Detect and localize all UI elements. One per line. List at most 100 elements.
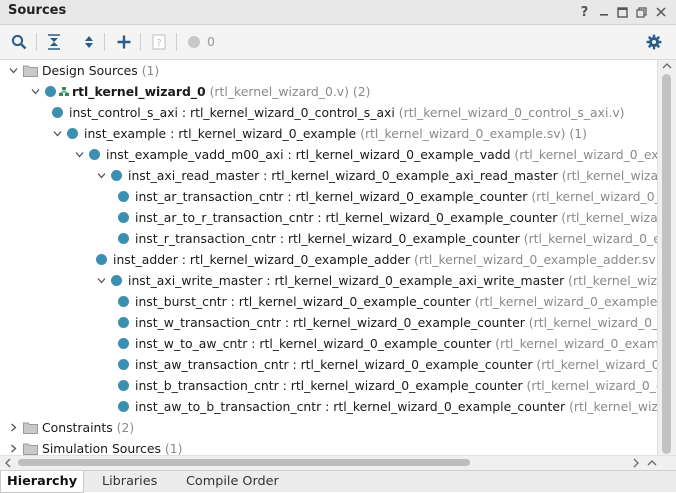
tree-row[interactable]: Constraints (2)	[0, 417, 657, 438]
tree-row-text: inst_adder : rtl_kernel_wizard_0_example…	[113, 249, 657, 270]
module-icon	[111, 170, 122, 181]
tree-row[interactable]: inst_b_transaction_cntr : rtl_kernel_wiz…	[0, 375, 657, 396]
tree-row[interactable]: inst_axi_write_master : rtl_kernel_wizar…	[0, 270, 657, 291]
horizontal-scrollbar[interactable]	[0, 455, 676, 470]
view-tabs: Hierarchy Libraries Compile Order	[0, 470, 676, 493]
toolbar-separator	[140, 33, 141, 51]
tab-hierarchy[interactable]: Hierarchy	[0, 471, 85, 493]
tree-row-source: (rtl_kernel_wizard_0_example_counter.sv)	[495, 336, 657, 351]
float-icon[interactable]	[632, 2, 651, 22]
tree-row[interactable]: rtl_kernel_wizard_0 (rtl_kernel_wizard_0…	[0, 81, 657, 102]
tree-row-source: (rtl_kernel_wizard_0_example_counter.sv)	[474, 294, 657, 309]
tree-row-source: (rtl_kernel_wizard_0_example_axi_write_m…	[568, 273, 657, 288]
tree-row-text: inst_r_transaction_cntr : rtl_kernel_wiz…	[135, 228, 657, 249]
tree-row-label: inst_ar_to_r_transaction_cntr : rtl_kern…	[135, 210, 558, 225]
tree-row-label: inst_b_transaction_cntr : rtl_kernel_wiz…	[135, 378, 523, 393]
tab-libraries[interactable]: Libraries	[102, 471, 157, 492]
tree-row-label: inst_aw_transaction_cntr : rtl_kernel_wi…	[135, 357, 533, 372]
chevron-right-icon[interactable]	[9, 444, 18, 453]
scroll-right-icon[interactable]	[630, 456, 642, 470]
tree-row-source: (rtl_kernel_wizard_0_example_counter.sv)	[523, 231, 657, 246]
sources-titlebar: Sources ?	[0, 0, 676, 25]
tree-row[interactable]: inst_example_vadd_m00_axi : rtl_kernel_w…	[0, 144, 657, 165]
tree-row-text: inst_control_s_axi : rtl_kernel_wizard_0…	[69, 102, 625, 123]
tree-row-text: rtl_kernel_wizard_0 (rtl_kernel_wizard_0…	[72, 81, 370, 102]
chevron-down-icon[interactable]	[9, 66, 18, 75]
source-properties-icon[interactable]: ?	[148, 31, 170, 53]
scroll-corner-icon	[647, 460, 657, 466]
tree-row[interactable]: inst_r_transaction_cntr : rtl_kernel_wiz…	[0, 228, 657, 249]
source-hierarchy-tree[interactable]: Design Sources (1) rtl_kernel_wizard_0 (r…	[0, 60, 657, 458]
module-icon	[118, 380, 129, 391]
chevron-down-icon[interactable]	[97, 171, 106, 180]
chevron-down-icon[interactable]	[31, 87, 40, 96]
tree-row-label: inst_example_vadd_m00_axi : rtl_kernel_w…	[106, 147, 511, 162]
tree-row[interactable]: inst_aw_transaction_cntr : rtl_kernel_wi…	[0, 354, 657, 375]
tree-row-label: Design Sources	[42, 63, 138, 78]
tree-row-source: (rtl_kernel_wizard_0_example_counter.sv)	[561, 210, 657, 225]
tree-row-text: Design Sources (1)	[42, 60, 159, 81]
search-icon[interactable]	[8, 31, 30, 53]
horizontal-scroll-thumb[interactable]	[18, 459, 470, 466]
module-icon	[118, 359, 129, 370]
folder-icon	[23, 443, 38, 455]
expand-all-icon[interactable]	[78, 31, 100, 53]
sources-toolbar: ? 0	[0, 25, 676, 60]
chevron-down-icon[interactable]	[97, 276, 106, 285]
tree-row[interactable]: inst_w_transaction_cntr : rtl_kernel_wiz…	[0, 312, 657, 333]
tree-row[interactable]: inst_w_to_aw_cntr : rtl_kernel_wizard_0_…	[0, 333, 657, 354]
chevron-down-icon[interactable]	[75, 150, 84, 159]
tree-row-label: inst_r_transaction_cntr : rtl_kernel_wiz…	[135, 231, 520, 246]
tree-row[interactable]: inst_aw_to_b_transaction_cntr : rtl_kern…	[0, 396, 657, 417]
tree-row[interactable]: inst_control_s_axi : rtl_kernel_wizard_0…	[0, 102, 657, 123]
tree-row[interactable]: Design Sources (1)	[0, 60, 657, 81]
close-icon[interactable]	[651, 2, 670, 22]
window-controls: ?	[575, 2, 670, 22]
tree-row-label: inst_w_transaction_cntr : rtl_kernel_wiz…	[135, 315, 525, 330]
tree-row-text: inst_axi_write_master : rtl_kernel_wizar…	[128, 270, 657, 291]
tree-row[interactable]: inst_axi_read_master : rtl_kernel_wizard…	[0, 165, 657, 186]
tree-row-label: inst_ar_transaction_cntr : rtl_kernel_wi…	[135, 189, 528, 204]
tree-row-source: (rtl_kernel_wizard_0_example_counter.sv)	[528, 315, 657, 330]
gear-icon[interactable]	[643, 31, 665, 53]
tree-row[interactable]: inst_adder : rtl_kernel_wizard_0_example…	[0, 249, 657, 270]
tree-row-source: (2)	[116, 420, 135, 435]
tab-compile-order[interactable]: Compile Order	[186, 471, 279, 492]
vertical-scrollbar[interactable]	[657, 60, 676, 458]
status-dot-icon[interactable]	[183, 31, 205, 53]
module-icon	[118, 401, 129, 412]
tree-row[interactable]: inst_burst_cntr : rtl_kernel_wizard_0_ex…	[0, 291, 657, 312]
tree-row-source: (rtl_kernel_wizard_0_example_adder.sv)	[414, 252, 657, 267]
tree-row-label: inst_aw_to_b_transaction_cntr : rtl_kern…	[135, 399, 566, 414]
collapse-all-icon[interactable]	[43, 31, 65, 53]
add-sources-icon[interactable]	[113, 31, 135, 53]
tree-row-text: inst_example_vadd_m00_axi : rtl_kernel_w…	[106, 144, 657, 165]
tree-row-label: inst_w_to_aw_cntr : rtl_kernel_wizard_0_…	[135, 336, 492, 351]
chevron-down-icon[interactable]	[53, 129, 62, 138]
tree-row[interactable]: inst_ar_transaction_cntr : rtl_kernel_wi…	[0, 186, 657, 207]
toolbar-separator	[176, 33, 177, 51]
tree-row-source: (rtl_kernel_wizard_0_example_counter.sv)	[536, 357, 657, 372]
hierarchy-top-icon	[59, 87, 69, 96]
tree-row-label: inst_control_s_axi : rtl_kernel_wizard_0…	[69, 105, 395, 120]
tree-row-source: (rtl_kernel_wizard_0_example.sv) (1)	[360, 126, 587, 141]
restore-icon[interactable]	[613, 2, 632, 22]
vertical-scroll-thumb[interactable]	[662, 74, 671, 454]
tree-row-source: (rtl_kernel_wizard_0_example_axi_read_ma…	[561, 168, 657, 183]
module-icon	[111, 275, 122, 286]
tree-row-text: inst_example : rtl_kernel_wizard_0_examp…	[84, 123, 587, 144]
tree-row[interactable]: inst_example : rtl_kernel_wizard_0_examp…	[0, 123, 657, 144]
scroll-up-icon[interactable]	[658, 60, 676, 72]
module-icon	[52, 107, 63, 118]
toolbar-separator	[104, 33, 105, 51]
tree-row-source: (rtl_kernel_wizard_0_example_counter.sv)	[526, 378, 657, 393]
module-icon	[118, 338, 129, 349]
tree-row[interactable]: inst_ar_to_r_transaction_cntr : rtl_kern…	[0, 207, 657, 228]
minimize-icon[interactable]	[594, 2, 613, 22]
tree-row-text: inst_b_transaction_cntr : rtl_kernel_wiz…	[135, 375, 657, 396]
chevron-right-icon[interactable]	[9, 423, 18, 432]
folder-icon	[23, 65, 38, 77]
tree-row-label: inst_adder : rtl_kernel_wizard_0_example…	[113, 252, 411, 267]
scroll-left-icon[interactable]	[2, 456, 14, 470]
help-icon[interactable]: ?	[575, 2, 594, 22]
